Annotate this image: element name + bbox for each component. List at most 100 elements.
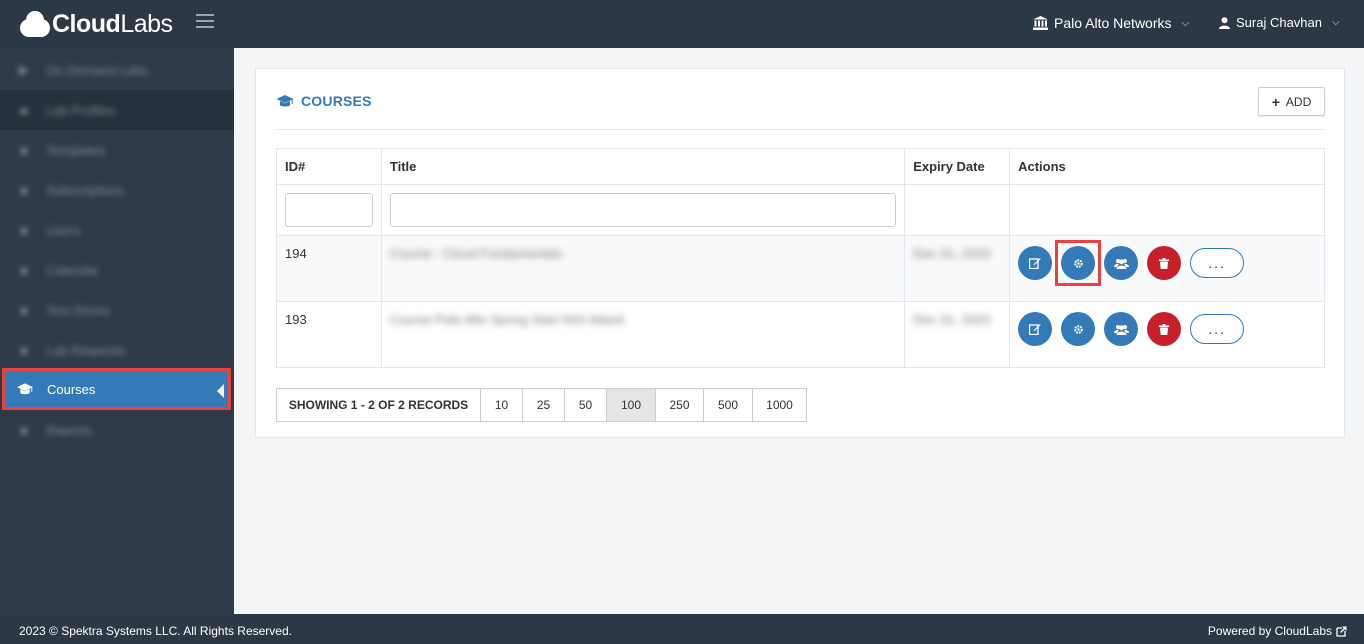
- highlight-box: [1055, 240, 1102, 286]
- row-actions: ...: [1018, 312, 1316, 346]
- copyright-text: 2023 © Spektra Systems LLC. All Rights R…: [19, 624, 292, 638]
- user-icon: [1219, 16, 1230, 29]
- chevron-down-icon: ⌵: [1332, 17, 1340, 28]
- add-course-button[interactable]: + ADD: [1258, 87, 1325, 116]
- column-header-id[interactable]: ID#: [276, 148, 382, 185]
- edit-icon: [1029, 258, 1041, 269]
- sidebar-item-label: Calendar: [46, 262, 99, 278]
- sidebar-item-label: Users: [46, 222, 80, 238]
- institution-icon: [1033, 16, 1048, 30]
- edit-icon: [1029, 324, 1041, 335]
- sidebar-item-label: Subscriptions: [46, 182, 125, 198]
- organization-dropdown[interactable]: Palo Alto Networks ⌵: [1033, 15, 1189, 31]
- courses-panel: COURSES + ADD ID# Title Expiry Date Acti…: [255, 68, 1345, 438]
- settings-button[interactable]: [1061, 312, 1096, 346]
- records-info: SHOWING 1 - 2 OF 2 RECORDS: [277, 389, 481, 421]
- wrench-icon: ■: [20, 142, 28, 158]
- graduation-cap-icon: [17, 382, 33, 396]
- sidebar-item-label: Reports: [46, 422, 92, 438]
- top-bar: CloudLabs Palo Alto Networks ⌵ Suraj Cha…: [0, 0, 1364, 48]
- course-title: Course : Cloud Fundamentals: [389, 246, 563, 261]
- sidebar-item-label: Lab Profiles: [46, 102, 115, 118]
- more-options-button[interactable]: ...: [1190, 314, 1245, 344]
- user-name: Suraj Chavhan: [1236, 15, 1322, 30]
- settings-highlight: [1055, 240, 1102, 286]
- table-row: 193 Course Palo Alto Spring Start NGI At…: [276, 301, 1325, 368]
- page-size-25[interactable]: 25: [523, 389, 565, 421]
- sidebar: ▶ On Demand Labs ■ Lab Profiles ■ Templa…: [0, 48, 234, 614]
- sidebar-item-label: Lab Requests: [46, 342, 127, 358]
- table-header-row: ID# Title Expiry Date Actions: [276, 148, 1325, 185]
- sidebar-item-subscriptions[interactable]: ■ Subscriptions: [0, 170, 234, 210]
- sidebar-item-label: Courses: [47, 381, 96, 397]
- filter-row: [276, 184, 1325, 236]
- actions-filter-cell: [1009, 184, 1325, 236]
- sidebar-item-calendar[interactable]: ■ Calendar: [0, 250, 234, 290]
- sidebar-item-test-drives[interactable]: ■ Test Drives: [0, 290, 234, 330]
- divider: [276, 129, 1325, 130]
- delete-button[interactable]: [1147, 246, 1182, 280]
- organization-name: Palo Alto Networks: [1054, 15, 1172, 31]
- assign-users-button[interactable]: [1104, 246, 1139, 280]
- table-row: 194 Course : Cloud Fundamentals Dec 31, …: [276, 235, 1325, 302]
- inbox-icon: ■: [20, 342, 28, 358]
- powered-by-link[interactable]: Powered by CloudLabs: [1208, 624, 1347, 638]
- cloudlabs-logo[interactable]: CloudLabs: [18, 6, 173, 42]
- id-filter-input[interactable]: [285, 193, 373, 227]
- footer: 2023 © Spektra Systems LLC. All Rights R…: [0, 614, 1364, 644]
- course-expiry: Dec 31, 2023: [913, 312, 991, 327]
- sidebar-item-on-demand-labs[interactable]: ▶ On Demand Labs: [0, 50, 234, 90]
- page-size-500[interactable]: 500: [704, 389, 753, 421]
- sidebar-item-users[interactable]: ■ Users: [0, 210, 234, 250]
- courses-table: ID# Title Expiry Date Actions 194 Course…: [276, 148, 1325, 368]
- trash-icon: [1159, 323, 1170, 335]
- sidebar-item-label: Templates: [46, 142, 106, 158]
- row-actions: ...: [1018, 240, 1316, 286]
- edit-button[interactable]: [1018, 246, 1053, 280]
- graduation-cap-icon: [276, 94, 294, 106]
- page-size-100[interactable]: 100: [607, 389, 656, 421]
- page-size-1000[interactable]: 1000: [753, 389, 806, 421]
- course-id: 194: [276, 235, 382, 302]
- page-size-50[interactable]: 50: [565, 389, 607, 421]
- flask-icon: ■: [20, 102, 28, 118]
- trash-icon: [1159, 257, 1170, 269]
- edit-button[interactable]: [1018, 312, 1053, 346]
- menu-toggle-icon[interactable]: [196, 14, 214, 30]
- sidebar-item-lab-requests[interactable]: ■ Lab Requests: [0, 330, 234, 370]
- user-icon: ■: [20, 222, 28, 238]
- logo-text: CloudLabs: [52, 9, 173, 38]
- sidebar-item-courses[interactable]: Courses: [2, 368, 231, 410]
- column-header-title[interactable]: Title: [380, 148, 906, 185]
- external-link-icon: [1336, 626, 1347, 637]
- chart-icon: ■: [20, 422, 28, 438]
- sidebar-item-reports[interactable]: ■ Reports: [0, 410, 234, 450]
- course-id: 193: [276, 301, 382, 368]
- course-expiry: Dec 31, 2023: [913, 246, 991, 261]
- sidebar-item-templates[interactable]: ■ Templates: [0, 130, 234, 170]
- title-filter-input[interactable]: [389, 193, 897, 227]
- active-indicator-icon: [217, 384, 224, 398]
- powered-by-text: Powered by CloudLabs: [1207, 624, 1332, 638]
- page-title: COURSES: [276, 93, 372, 109]
- add-button-label: ADD: [1285, 94, 1312, 109]
- sidebar-item-lab-profiles[interactable]: ■ Lab Profiles: [0, 90, 234, 130]
- play-icon: ▶: [19, 62, 29, 77]
- sidebar-item-label: Test Drives: [46, 302, 111, 318]
- delete-button[interactable]: [1147, 312, 1182, 346]
- user-dropdown[interactable]: Suraj Chavhan ⌵: [1219, 15, 1340, 30]
- more-options-button[interactable]: ...: [1190, 248, 1245, 278]
- chevron-down-icon: ⌵: [1181, 17, 1190, 29]
- assign-users-button[interactable]: [1104, 312, 1139, 346]
- column-header-actions: Actions: [1009, 148, 1325, 185]
- users-icon: [1113, 258, 1129, 269]
- cloud-logo-icon: [18, 9, 52, 39]
- plus-icon: +: [1271, 93, 1280, 110]
- rocket-icon: ■: [20, 302, 28, 318]
- gear-icon: [1073, 324, 1083, 334]
- users-icon: [1113, 324, 1129, 335]
- column-header-expiry-date[interactable]: Expiry Date: [904, 148, 1011, 185]
- page-size-250[interactable]: 250: [656, 389, 704, 421]
- page-size-10[interactable]: 10: [481, 389, 523, 421]
- course-title: Course Palo Alto Spring Start NGI Attack: [389, 312, 625, 327]
